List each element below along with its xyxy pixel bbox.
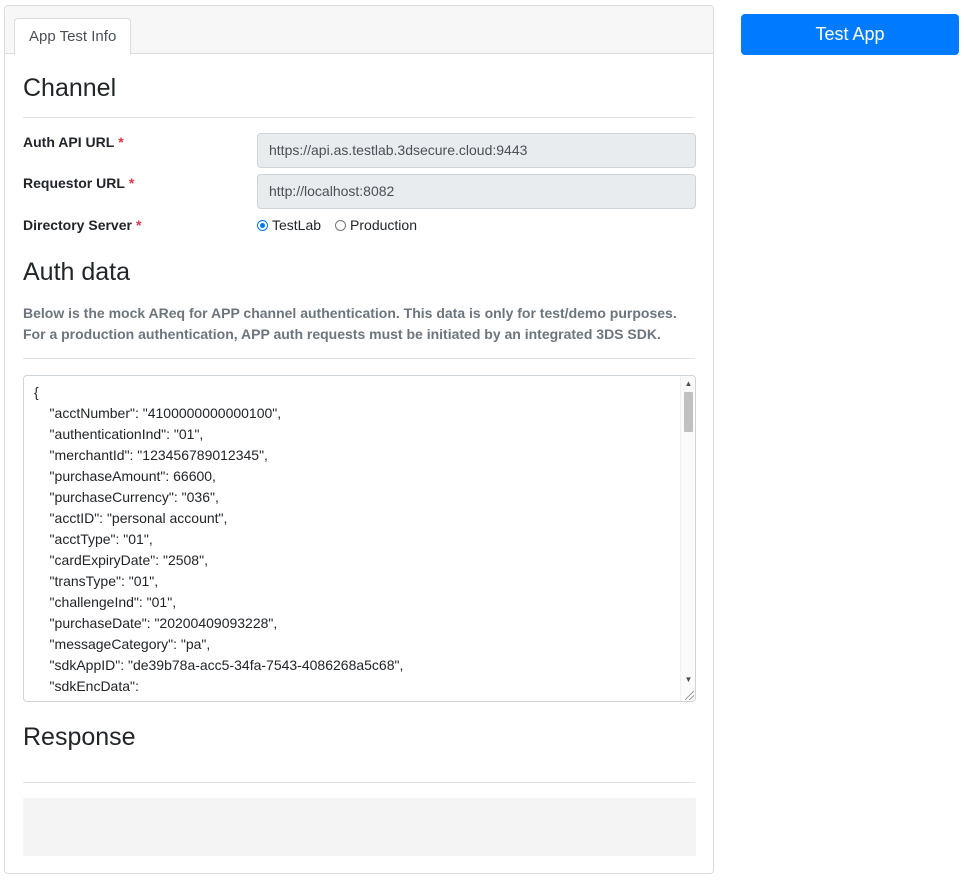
radio-production[interactable]: Production [335,217,417,233]
directory-server-label: Directory Server * [23,217,142,233]
divider [23,117,695,118]
scroll-down-icon[interactable]: ▼ [681,673,695,687]
areq-json-content[interactable]: { "acctNumber": "4100000000000100", "aut… [34,382,403,697]
areq-line: "acctID": "personal account", [34,510,228,526]
areq-textarea[interactable]: { "acctNumber": "4100000000000100", "aut… [23,375,696,702]
areq-line: "transType": "01", [34,573,159,589]
areq-line: "sdkAppID": "de39b78a-acc5-34fa-7543-408… [34,657,404,673]
radio-unchecked-icon[interactable] [335,219,347,231]
areq-line: "purchaseCurrency": "036", [34,489,219,505]
scroll-thumb[interactable] [684,392,693,432]
areq-line: "acctNumber": "4100000000000100", [34,405,282,421]
areq-line: "merchantId": "123456789012345", [34,447,268,463]
areq-line: "challengeInd": "01", [34,594,177,610]
required-marker: * [128,175,135,191]
directory-server-radio-group: TestLab Production [257,217,431,233]
areq-line: "acctType": "01", [34,531,153,547]
radio-checked-icon[interactable] [257,219,268,231]
channel-heading: Channel [23,74,117,102]
requestor-url-label: Requestor URL * [23,175,135,191]
card-header-tabs: App Test Info [5,6,713,55]
auth-data-description: Below is the mock AReq for APP channel a… [23,305,677,342]
areq-line: "messageCategory": "pa", [34,636,211,652]
areq-line: "authenticationInd": "01", [34,426,204,442]
auth-api-url-field[interactable]: https://api.as.testlab.3dsecure.cloud:94… [257,133,696,168]
required-marker: * [118,134,124,150]
textarea-scrollbar[interactable]: ▲ ▼ [680,376,695,701]
required-marker: * [135,217,142,233]
divider [23,358,695,359]
radio-testlab[interactable]: TestLab [257,217,321,233]
test-app-button[interactable]: Test App [741,14,959,55]
response-output [23,798,696,856]
areq-line: "sdkEncData": [34,678,139,694]
areq-line: "cardExpiryDate": "2508", [34,552,208,568]
auth-data-heading: Auth data [23,258,131,286]
divider [23,782,695,783]
areq-line: "purchaseAmount": 66600, [34,468,216,484]
auth-api-url-label: Auth API URL * [23,134,124,150]
resize-grip-icon[interactable] [685,691,694,700]
tab-app-test-info[interactable]: App Test Info [14,18,132,55]
requestor-url-field[interactable]: http://localhost:8082 [257,174,696,209]
areq-line: { [34,384,39,400]
response-heading: Response [23,723,136,751]
areq-line: "purchaseDate": "20200409093228", [34,615,278,631]
app-test-card: App Test Info Channel Auth API URL * http… [4,5,714,874]
scroll-up-icon[interactable]: ▲ [681,377,695,391]
